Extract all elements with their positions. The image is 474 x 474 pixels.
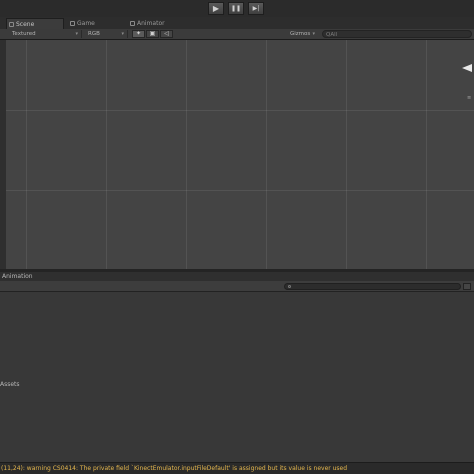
- console-warning-message[interactable]: (11,24): warning CS0414: The private fie…: [1, 463, 347, 474]
- animator-icon: [130, 21, 135, 26]
- 2d-toggle[interactable]: ✦: [132, 30, 145, 38]
- render-mode-value: RGB: [88, 31, 100, 37]
- person-icon: ✦: [135, 30, 142, 37]
- scene-icon: [9, 22, 14, 27]
- animation-panel-body: Assets: [0, 292, 474, 462]
- gizmos-dropdown[interactable]: Gizmos ▾: [288, 30, 318, 38]
- animation-toolbar: [0, 281, 474, 292]
- scene-search-placeholder: QAll: [326, 32, 338, 38]
- orientation-gizmo-icon[interactable]: [462, 64, 472, 72]
- lighting-toggle[interactable]: ▣: [146, 30, 159, 38]
- tab-game[interactable]: Game: [68, 18, 118, 29]
- step-icon: ▶|: [252, 4, 260, 12]
- tab-game-label: Game: [77, 20, 95, 27]
- main-toolbar: ▶ ❚❚ ▶|: [0, 0, 474, 17]
- game-icon: [70, 21, 75, 26]
- render-mode-dropdown[interactable]: RGB ▾: [86, 30, 128, 38]
- gizmos-label: Gizmos: [290, 31, 311, 37]
- animation-search-input[interactable]: [284, 283, 461, 290]
- chevron-down-icon: ▾: [312, 31, 315, 37]
- chevron-down-icon: ▾: [75, 31, 78, 37]
- audio-icon: ◁: [164, 30, 169, 37]
- console-status-bar[interactable]: (11,24): warning CS0414: The private fie…: [0, 462, 474, 474]
- tab-animator[interactable]: Animator: [128, 18, 188, 29]
- perspective-lines-icon[interactable]: ≡: [467, 95, 473, 101]
- search-icon: [288, 285, 291, 288]
- pause-icon: ❚❚: [230, 4, 242, 12]
- chevron-down-icon: ▾: [121, 31, 124, 37]
- play-icon: ▶: [212, 3, 220, 13]
- shading-mode-value: Textured: [12, 31, 36, 37]
- scene-search-input[interactable]: QAll: [322, 30, 472, 38]
- step-button[interactable]: ▶|: [248, 2, 264, 15]
- scene-control-bar: Textured ▾ RGB ▾ ✦ ▣ ◁ Gizmos ▾ QAll: [0, 29, 474, 40]
- pause-button[interactable]: ❚❚: [228, 2, 244, 15]
- scene-viewport[interactable]: [6, 40, 474, 269]
- view-tab-strip: Scene Game Animator: [0, 17, 474, 29]
- tab-animator-label: Animator: [137, 20, 165, 27]
- audio-toggle[interactable]: ◁: [160, 30, 173, 38]
- shading-mode-dropdown[interactable]: Textured ▾: [10, 30, 82, 38]
- play-button[interactable]: ▶: [208, 2, 224, 15]
- assets-label[interactable]: Assets: [0, 381, 20, 389]
- tab-animation[interactable]: Animation: [2, 272, 33, 281]
- image-icon: ▣: [149, 30, 156, 37]
- search-options-button[interactable]: [463, 283, 471, 290]
- tab-scene-label: Scene: [16, 21, 35, 28]
- tab-scene[interactable]: Scene: [6, 18, 64, 29]
- animation-tab-bar: Animation: [0, 272, 474, 281]
